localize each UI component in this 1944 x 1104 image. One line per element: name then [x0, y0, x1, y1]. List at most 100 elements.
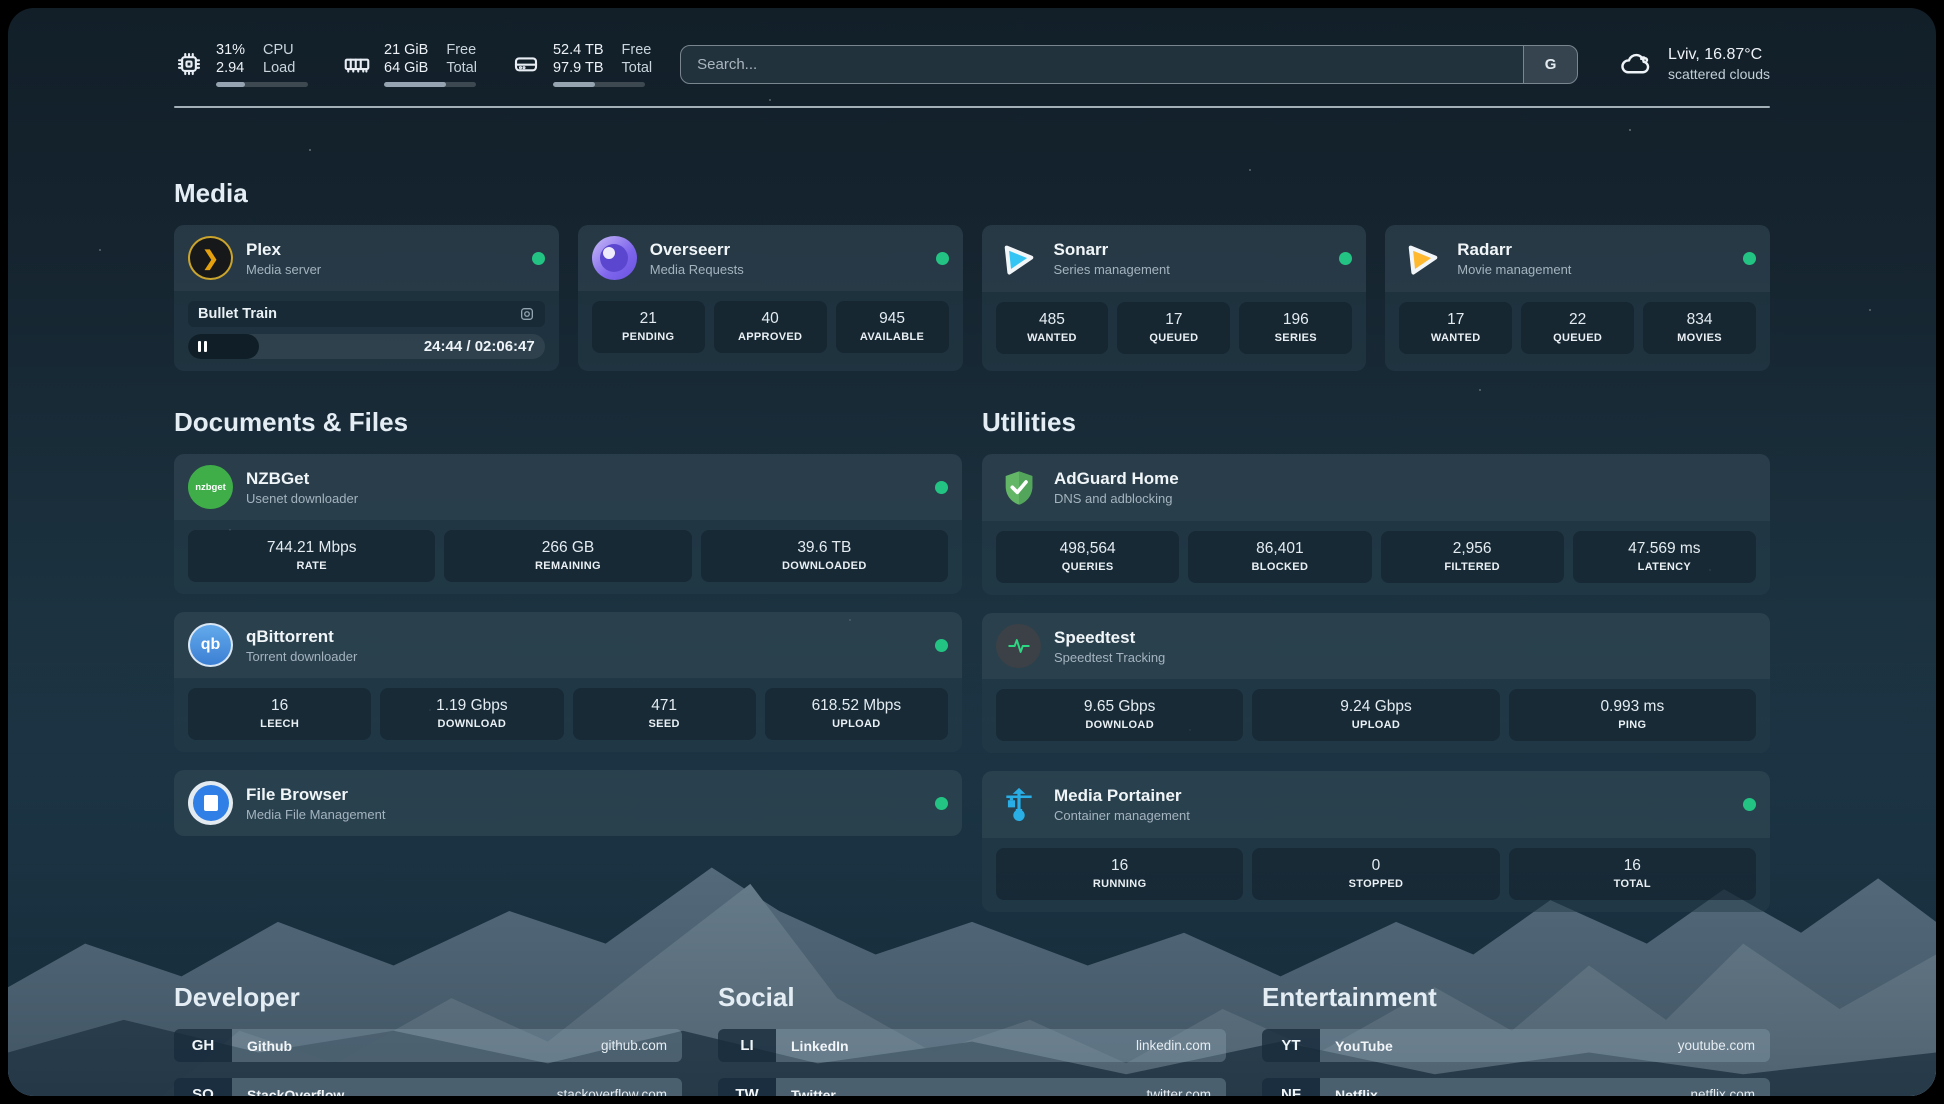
- memory-widget: 21 GiB 64 GiB Free Total: [342, 41, 477, 87]
- service-card-plex[interactable]: ❯ Plex Media server Bullet Train: [174, 225, 559, 371]
- service-card-speedtest[interactable]: Speedtest Speedtest Tracking 9.65 Gbps D…: [982, 613, 1770, 753]
- topbar-divider: [174, 106, 1770, 108]
- section-title-utilities: Utilities: [982, 407, 1770, 438]
- disk-icon: [511, 49, 541, 79]
- bookmark-twitter[interactable]: TW Twitter twitter.com: [718, 1078, 1226, 1096]
- filebrowser-status-dot: [935, 797, 948, 810]
- bookmark-youtube-abbr: YT: [1262, 1029, 1320, 1062]
- service-card-filebrowser[interactable]: File Browser Media File Management: [174, 770, 962, 836]
- adguard-desc: DNS and adblocking: [1054, 490, 1179, 507]
- nzbget-name: NZBGet: [246, 468, 358, 490]
- dashboard-frame: 31% 2.94 CPU Load: [8, 8, 1936, 1096]
- nzbget-stat-remaining: 266 GB REMAINING: [444, 530, 691, 582]
- plex-playback-progress: 24:44 / 02:06:47: [188, 334, 545, 359]
- radarr-stat-wanted: 17 WANTED: [1399, 302, 1512, 354]
- overseerr-stat-available: 945 AVAILABLE: [836, 301, 949, 353]
- disk-total-value: 97.9 TB: [553, 59, 604, 77]
- plex-playback-fill: [188, 334, 259, 359]
- bookmark-twitter-abbr: TW: [718, 1078, 776, 1096]
- cpu-widget: 31% 2.94 CPU Load: [174, 41, 308, 87]
- service-card-overseerr[interactable]: Overseerr Media Requests 21 PENDING 40 A…: [578, 225, 963, 371]
- portainer-icon: [996, 782, 1041, 827]
- section-title-social: Social: [718, 982, 1226, 1013]
- dashboard-page: 31% 2.94 CPU Load: [0, 0, 1944, 1104]
- service-card-radarr[interactable]: Radarr Movie management 17 WANTED 22 QUE…: [1385, 225, 1770, 371]
- portainer-stat-stopped: 0 STOPPED: [1252, 848, 1499, 900]
- speedtest-stat-ping: 0.993 ms PING: [1509, 689, 1756, 741]
- qbittorrent-status-dot: [935, 639, 948, 652]
- cpu-label: CPU: [263, 41, 295, 59]
- filebrowser-name: File Browser: [246, 784, 385, 806]
- cpu-progress-fill: [216, 82, 245, 87]
- speedtest-name: Speedtest: [1054, 627, 1165, 649]
- bookmark-group-entertainment: Entertainment YT YouTube youtube.com NF …: [1262, 982, 1770, 1096]
- sonarr-name: Sonarr: [1054, 239, 1170, 261]
- radarr-name: Radarr: [1457, 239, 1571, 261]
- radarr-status-dot: [1743, 252, 1756, 265]
- cpu-icon: [174, 49, 204, 79]
- adguard-icon: [996, 465, 1041, 510]
- bookmark-stackoverflow[interactable]: SO StackOverflow stackoverflow.com: [174, 1078, 682, 1096]
- memory-progress-track: [384, 82, 476, 87]
- disk-free-label: Free: [622, 41, 653, 59]
- service-card-adguard[interactable]: AdGuard Home DNS and adblocking 498,564 …: [982, 454, 1770, 595]
- bookmark-netflix-abbr: NF: [1262, 1078, 1320, 1096]
- snow-specks: [8, 8, 12, 12]
- adguard-stat-latency: 47.569 ms LATENCY: [1573, 531, 1756, 583]
- bookmark-netflix[interactable]: NF Netflix netflix.com: [1262, 1078, 1770, 1096]
- bookmark-group-social: Social LI LinkedIn linkedin.com TW Twitt…: [718, 982, 1226, 1096]
- cpu-percent: 31%: [216, 41, 245, 59]
- sonarr-icon: [996, 236, 1041, 281]
- weather-condition: scattered clouds: [1668, 65, 1770, 84]
- nzbget-status-dot: [935, 481, 948, 494]
- bookmark-youtube[interactable]: YT YouTube youtube.com: [1262, 1029, 1770, 1062]
- speedtest-desc: Speedtest Tracking: [1054, 649, 1165, 666]
- nzbget-stat-rate: 744.21 Mbps RATE: [188, 530, 435, 582]
- plex-status-dot: [532, 252, 545, 265]
- adguard-stat-blocked: 86,401 BLOCKED: [1188, 531, 1371, 583]
- portainer-stat-running: 16 RUNNING: [996, 848, 1243, 900]
- sonarr-desc: Series management: [1054, 261, 1170, 278]
- qbittorrent-icon: qb: [188, 623, 233, 667]
- memory-free-label: Free: [446, 41, 477, 59]
- overseerr-status-dot: [936, 252, 949, 265]
- section-title-entertainment: Entertainment: [1262, 982, 1770, 1013]
- sonarr-stat-series: 196 SERIES: [1239, 302, 1352, 354]
- plex-icon: ❯: [188, 236, 233, 280]
- search-box: G: [680, 45, 1578, 84]
- service-card-sonarr[interactable]: Sonarr Series management 485 WANTED 17 Q…: [982, 225, 1367, 371]
- qbittorrent-desc: Torrent downloader: [246, 648, 357, 665]
- overseerr-stat-approved: 40 APPROVED: [714, 301, 827, 353]
- speedtest-stat-upload: 9.24 Gbps UPLOAD: [1252, 689, 1499, 741]
- bookmark-github[interactable]: GH Github github.com: [174, 1029, 682, 1062]
- plex-desc: Media server: [246, 261, 321, 278]
- overseerr-name: Overseerr: [650, 239, 744, 261]
- service-card-portainer[interactable]: Media Portainer Container management 16 …: [982, 771, 1770, 912]
- media-card-grid: ❯ Plex Media server Bullet Train: [174, 225, 1770, 371]
- sonarr-status-dot: [1339, 252, 1352, 265]
- cpu-load-label: Load: [263, 59, 295, 77]
- nzbget-icon: nzbget: [188, 465, 233, 509]
- weather-widget[interactable]: Lviv, 16.87°C scattered clouds: [1618, 44, 1770, 84]
- plex-name: Plex: [246, 239, 321, 261]
- portainer-name: Media Portainer: [1054, 785, 1190, 807]
- overseerr-stat-pending: 21 PENDING: [592, 301, 705, 353]
- portainer-desc: Container management: [1054, 807, 1190, 824]
- service-card-qbittorrent[interactable]: qb qBittorrent Torrent downloader 16 LEE…: [174, 612, 962, 752]
- bookmark-stackoverflow-abbr: SO: [174, 1078, 232, 1096]
- sonarr-stat-queued: 17 QUEUED: [1117, 302, 1230, 354]
- bookmark-linkedin[interactable]: LI LinkedIn linkedin.com: [718, 1029, 1226, 1062]
- search-input[interactable]: [681, 46, 1523, 83]
- memory-total-value: 64 GiB: [384, 59, 428, 77]
- sonarr-stat-wanted: 485 WANTED: [996, 302, 1109, 354]
- cpu-progress-track: [216, 82, 308, 87]
- cpu-load-value: 2.94: [216, 59, 245, 77]
- service-card-nzbget[interactable]: nzbget NZBGet Usenet downloader 744.21 M…: [174, 454, 962, 594]
- qbittorrent-stat-download: 1.19 Gbps DOWNLOAD: [380, 688, 563, 740]
- memory-progress-fill: [384, 82, 446, 87]
- resource-widgets: 31% 2.94 CPU Load: [174, 41, 652, 87]
- bookmark-group-developer: Developer GH Github github.com SO StackO…: [174, 982, 682, 1096]
- search-provider-button[interactable]: G: [1523, 46, 1577, 83]
- disk-widget: 52.4 TB 97.9 TB Free Total: [511, 41, 652, 87]
- filebrowser-icon: [188, 781, 233, 825]
